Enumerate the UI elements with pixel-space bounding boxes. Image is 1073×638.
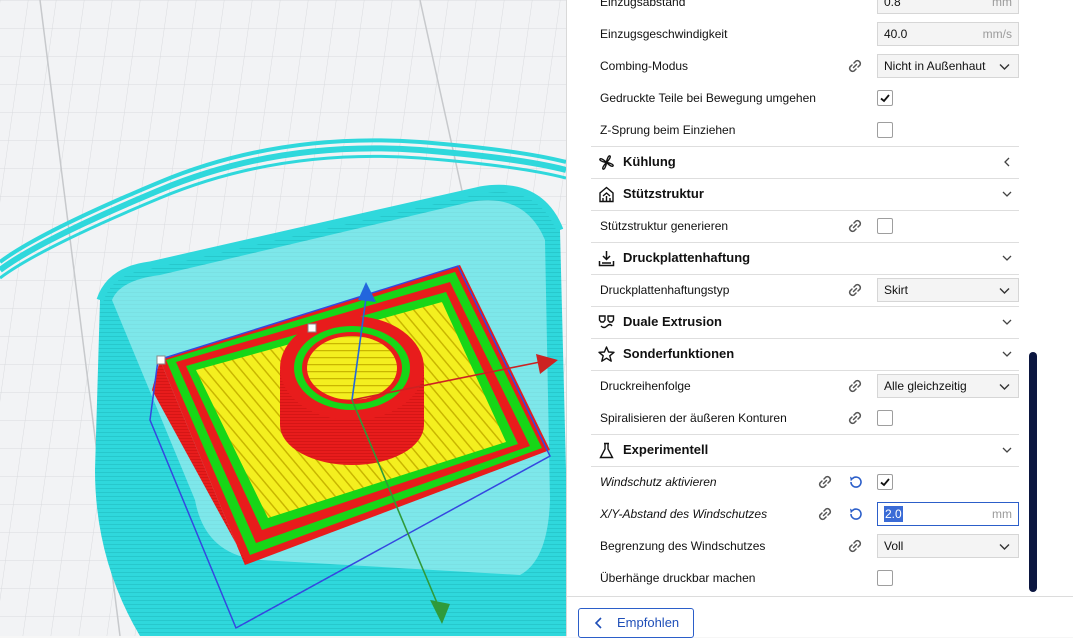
spiralize-checkbox[interactable]: [877, 410, 893, 426]
chevron-down-icon: [1002, 191, 1012, 197]
avoid-printed-parts-checkbox[interactable]: [877, 90, 893, 106]
setting-row-draft-shield-enable: Windschutz aktivieren: [591, 466, 1019, 498]
setting-label: Spiralisieren der äußeren Konturen: [600, 411, 787, 425]
z-hop-checkbox[interactable]: [877, 122, 893, 138]
draft-shield-distance-field[interactable]: 2.0 mm: [877, 502, 1019, 526]
recommended-button[interactable]: Empfohlen: [578, 608, 694, 638]
print-sequence-select[interactable]: Alle gleichzeitig: [877, 374, 1019, 398]
support-icon: [599, 186, 614, 203]
link-icon[interactable]: [846, 537, 864, 555]
category-cooling[interactable]: Kühlung: [591, 146, 1019, 179]
setting-row-spiralize: Spiralisieren der äußeren Konturen: [591, 402, 1019, 435]
setting-label: Windschutz aktivieren: [600, 475, 717, 489]
draft-shield-enable-checkbox[interactable]: [877, 474, 893, 490]
link-icon[interactable]: [846, 409, 864, 427]
3d-viewport[interactable]: [0, 0, 566, 636]
setting-label: Gedruckte Teile bei Bewegung umgehen: [600, 91, 816, 105]
setting-label: Einzugsabstand: [600, 0, 686, 9]
category-support[interactable]: Stützstruktur: [591, 178, 1019, 211]
reset-icon[interactable]: [848, 506, 864, 522]
setting-label: Stützstruktur generieren: [600, 219, 729, 233]
panel-footer: Empfohlen: [567, 596, 1073, 638]
build-plate-scene: [0, 0, 566, 636]
adhesion-icon: [598, 251, 615, 267]
flask-icon: [599, 442, 614, 459]
link-icon[interactable]: [846, 281, 864, 299]
adhesion-type-select[interactable]: Skirt: [877, 278, 1019, 302]
checkmark-icon: [880, 478, 890, 487]
chevron-down-icon: [999, 288, 1010, 294]
setting-row-retraction-distance: Einzugsabstand 0.8 mm: [591, 0, 1019, 18]
setting-label: Überhänge druckbar machen: [600, 571, 756, 585]
setting-label: Druckplattenhaftungstyp: [600, 283, 730, 297]
setting-row-overhang-printable: Überhänge druckbar machen: [591, 562, 1019, 594]
setting-label: X/Y-Abstand des Windschutzes: [600, 507, 768, 521]
setting-row-z-hop: Z-Sprung beim Einziehen: [591, 114, 1019, 146]
retraction-distance-field[interactable]: 0.8 mm: [877, 0, 1019, 14]
star-icon: [598, 346, 615, 362]
settings-scrollbar[interactable]: [1029, 352, 1037, 592]
chevron-down-icon: [999, 544, 1010, 550]
link-icon[interactable]: [816, 473, 834, 491]
setting-row-adhesion-type: Druckplattenhaftungstyp Skirt: [591, 274, 1019, 307]
draft-shield-limit-select[interactable]: Voll: [877, 534, 1019, 558]
chevron-down-icon: [1002, 447, 1012, 453]
overhang-printable-checkbox[interactable]: [877, 570, 893, 586]
setting-label: Z-Sprung beim Einziehen: [600, 123, 736, 137]
link-icon[interactable]: [816, 505, 834, 523]
setting-label: Begrenzung des Windschutzes: [600, 539, 766, 553]
fan-icon: [599, 155, 614, 170]
category-adhesion[interactable]: Druckplattenhaftung: [591, 242, 1019, 275]
setting-row-draft-shield-limit: Begrenzung des Windschutzes Voll: [591, 530, 1019, 562]
chevron-down-icon: [999, 64, 1010, 70]
retraction-speed-field[interactable]: 40.0 mm/s: [877, 22, 1019, 46]
checkmark-icon: [880, 94, 890, 103]
chevron-left-icon: [1004, 157, 1010, 167]
link-icon[interactable]: [846, 377, 864, 395]
setting-row-avoid-printed-parts: Gedruckte Teile bei Bewegung umgehen: [591, 82, 1019, 114]
setting-row-retraction-speed: Einzugsgeschwindigkeit 40.0 mm/s: [591, 18, 1019, 50]
setting-label: Combing-Modus: [600, 59, 689, 73]
setting-label: Druckreihenfolge: [600, 379, 691, 393]
setting-row-print-sequence: Druckreihenfolge Alle gleichzeitig: [591, 370, 1019, 402]
chevron-down-icon: [1002, 351, 1012, 357]
setting-row-draft-shield-distance: X/Y-Abstand des Windschutzes 2.0 mm: [591, 498, 1019, 530]
support-generate-checkbox[interactable]: [877, 218, 893, 234]
link-icon[interactable]: [846, 57, 864, 75]
chevron-down-icon: [1002, 319, 1012, 325]
category-dual-extrusion[interactable]: Duale Extrusion: [591, 306, 1019, 339]
combing-mode-select[interactable]: Nicht in Außenhaut: [877, 54, 1019, 78]
chevron-left-icon: [594, 617, 602, 629]
chevron-down-icon: [999, 384, 1010, 390]
link-icon[interactable]: [846, 217, 864, 235]
reset-icon[interactable]: [848, 474, 864, 490]
print-settings-panel: Einzugsabstand 0.8 mm Einzugsgeschwindig…: [566, 0, 1073, 638]
category-special[interactable]: Sonderfunktionen: [591, 338, 1019, 371]
dual-extrusion-icon: [598, 315, 615, 329]
setting-label: Einzugsgeschwindigkeit: [600, 27, 728, 41]
setting-row-combing-mode: Combing-Modus Nicht in Außenhaut: [591, 50, 1019, 82]
setting-row-support-generate: Stützstruktur generieren: [591, 210, 1019, 243]
chevron-down-icon: [1002, 255, 1012, 261]
category-experimental[interactable]: Experimentell: [591, 434, 1019, 467]
